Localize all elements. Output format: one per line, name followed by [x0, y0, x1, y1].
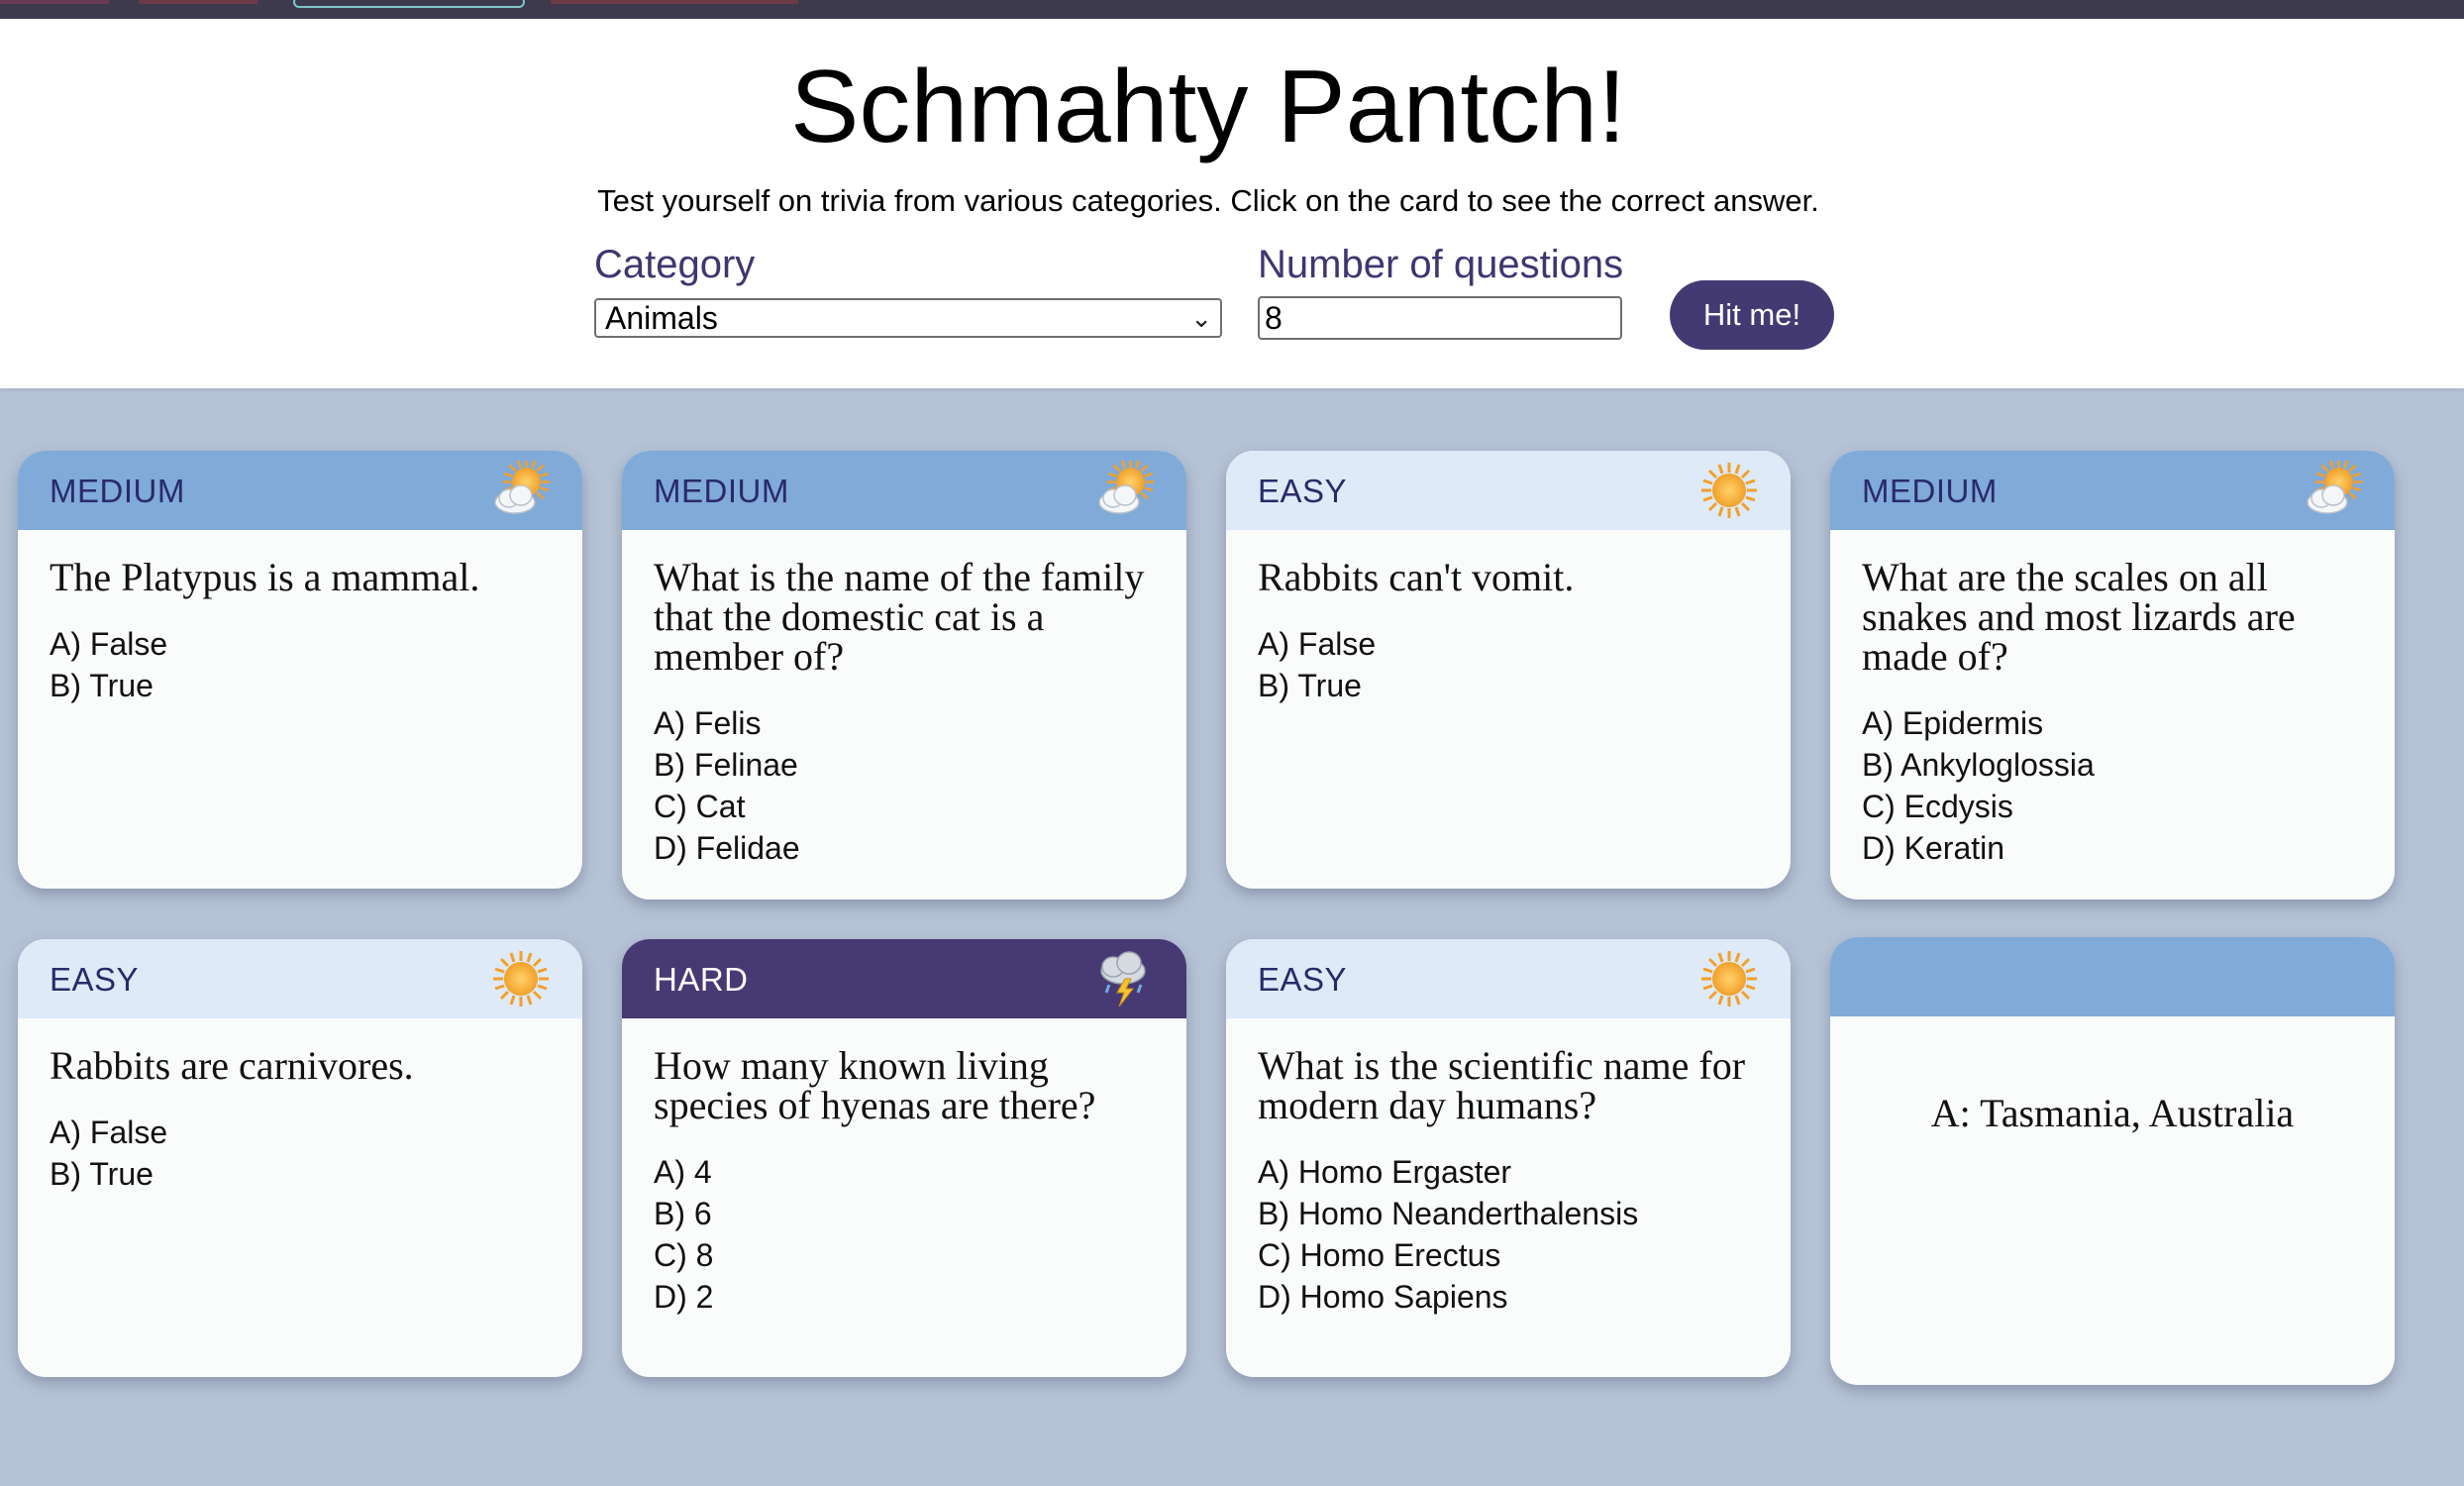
category-label: Category [594, 243, 756, 286]
tab-edge[interactable] [139, 0, 257, 4]
answer-option: D) Homo Sapiens [1258, 1279, 1508, 1315]
question-text: What are the scales on all snakes and mo… [1862, 555, 2296, 679]
trivia-card[interactable]: EASY What is the scientific name for mode… [1226, 939, 1791, 1377]
trivia-card[interactable]: MEDIUM What is the name of the family tha… [622, 451, 1186, 900]
trivia-card[interactable]: A: Tasmania, Australia [1830, 937, 2395, 1385]
card-body: What are the scales on all snakes and mo… [1830, 530, 2395, 869]
card-header: EASY [1226, 939, 1791, 1018]
tab-edge[interactable] [0, 0, 109, 4]
sun-icon [491, 949, 551, 1008]
answer-option: D) Felidae [654, 830, 800, 866]
category-select[interactable]: Animals ⌄ [594, 298, 1222, 338]
difficulty-label: MEDIUM [654, 473, 789, 509]
answer-option: A) False [1258, 626, 1377, 662]
answer-option: A) Homo Ergaster [1258, 1154, 1512, 1190]
answer-option: A) False [50, 1114, 168, 1150]
answer-option: D) Keratin [1862, 830, 2005, 866]
page-subtitle: Test yourself on trivia from various cat… [597, 183, 1819, 218]
question-text: Rabbits can't vomit. [1258, 555, 1575, 599]
page-title: Schmahty Pantch! [790, 50, 1626, 164]
difficulty-label: MEDIUM [1862, 473, 1998, 509]
chevron-down-icon: ⌄ [1190, 303, 1212, 333]
answer-option: B) Homo Neanderthalensis [1258, 1196, 1639, 1231]
partly-sunny-icon [1095, 457, 1156, 520]
question-text: The Platypus is a mammal. [50, 555, 480, 599]
answer-option: C) Ecdysis [1862, 789, 2013, 824]
answer-option: C) 8 [654, 1237, 714, 1273]
partly-sunny-icon [2304, 457, 2364, 520]
question-text: Rabbits are carnivores. [50, 1043, 414, 1088]
question-count-value: 8 [1265, 300, 1283, 336]
answer-option: A) Epidermis [1862, 705, 2044, 741]
answer-text: A: Tasmania, Australia [1930, 1091, 2295, 1135]
partly-sunny-icon [491, 457, 552, 520]
difficulty-label: HARD [654, 961, 749, 998]
answer-option: C) Homo Erectus [1258, 1237, 1501, 1273]
difficulty-label: MEDIUM [50, 473, 185, 509]
hit-me-button[interactable]: Hit me! [1670, 280, 1834, 350]
answer-option: B) 6 [654, 1196, 712, 1231]
answer-option: B) True [1258, 668, 1362, 703]
card-body: The Platypus is a mammal. A) False B) True [18, 530, 582, 706]
category-selected-value: Animals [605, 300, 718, 336]
tab-edge[interactable] [551, 0, 798, 4]
active-tab[interactable] [293, 0, 525, 8]
card-header: MEDIUM [18, 451, 582, 530]
question-text: What is the name of the family that the … [654, 555, 1145, 679]
answer-option: A) False [50, 626, 168, 662]
answer-option: B) True [50, 668, 154, 703]
trivia-card[interactable]: MEDIUM What are the scales on all snakes … [1830, 451, 2395, 900]
trivia-card[interactable]: EASY Rabbits can't vomit. A) False B) True [1226, 451, 1791, 889]
card-header: EASY [18, 939, 582, 1018]
sun-icon [1699, 949, 1759, 1008]
browser-tab-strip [0, 0, 2464, 19]
card-body: How many known living species of hyenas … [622, 1018, 1186, 1318]
answer-option: A) Felis [654, 705, 762, 741]
card-body: What is the name of the family that the … [622, 530, 1186, 869]
card-header [1830, 937, 2395, 1016]
page-header: Schmahty Pantch! Test yourself on trivia… [0, 19, 2464, 388]
question-text: What is the scientific name for modern d… [1258, 1043, 1746, 1127]
answer-option: B) True [50, 1156, 154, 1192]
card-header: EASY [1226, 451, 1791, 530]
answer-option: B) Felinae [654, 747, 798, 783]
question-count-label: Number of questions [1258, 243, 1624, 286]
answer-option: C) Cat [654, 789, 746, 824]
card-body: A: Tasmania, Australia [1830, 1016, 2395, 1136]
difficulty-label: EASY [50, 961, 140, 998]
card-body: Rabbits are carnivores. A) False B) True [18, 1018, 582, 1195]
trivia-card[interactable]: MEDIUM The Platypus is a mammal. A) False B… [18, 451, 582, 889]
sun-icon [1699, 461, 1759, 520]
difficulty-label: EASY [1258, 473, 1348, 509]
answer-option: B) Ankyloglossia [1862, 747, 2095, 783]
difficulty-label: EASY [1258, 961, 1348, 998]
thunderstorm-icon [1095, 949, 1155, 1008]
card-header: MEDIUM [1830, 451, 2395, 530]
card-body: What is the scientific name for modern d… [1226, 1018, 1791, 1318]
card-body: Rabbits can't vomit. A) False B) True [1226, 530, 1791, 706]
trivia-card[interactable]: HARD How many known living species of hye… [622, 939, 1186, 1377]
question-text: How many known living species of hyenas … [654, 1043, 1096, 1127]
trivia-card[interactable]: EASY Rabbits are carnivores. A) False B) Tr… [18, 939, 582, 1377]
answer-option: A) 4 [654, 1154, 712, 1190]
question-count-input[interactable]: 8 [1258, 296, 1622, 340]
card-header: MEDIUM [622, 451, 1186, 530]
answer-option: D) 2 [654, 1279, 714, 1315]
card-header: HARD [622, 939, 1186, 1018]
